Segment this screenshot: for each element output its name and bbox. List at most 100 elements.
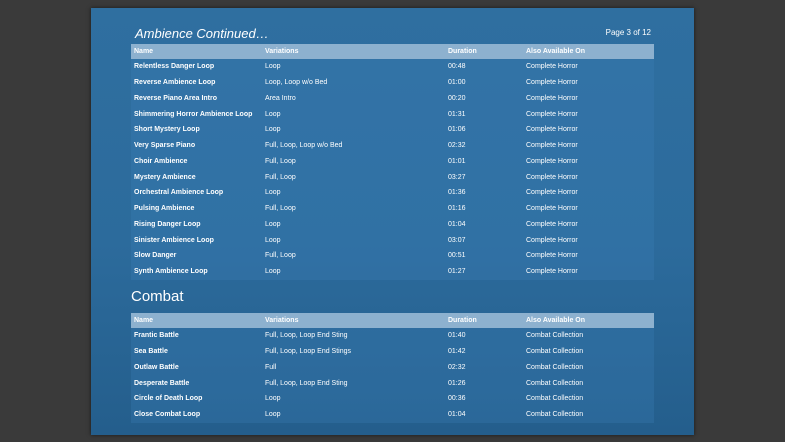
track-name: Circle of Death Loop: [131, 391, 262, 407]
track-variations: Full, Loop: [262, 153, 445, 170]
column-header: Variations: [262, 313, 445, 328]
track-name: Short Mystery Loop: [131, 122, 262, 138]
track-variations: Loop: [262, 185, 445, 201]
track-availability: Complete Horror: [523, 200, 654, 217]
track-variations: Full, Loop: [262, 169, 445, 185]
track-variations: Full, Loop, Loop End Sting: [262, 375, 445, 391]
track-name: Orchestral Ambience Loop: [131, 185, 262, 201]
track-variations: Full, Loop: [262, 248, 445, 264]
table-row: Circle of Death Loop Loop 00:36 Combat Coll…: [131, 391, 654, 407]
track-variations: Full, Loop, Loop End Sting: [262, 328, 445, 344]
track-duration: 01:16: [445, 200, 523, 217]
track-duration: 01:04: [445, 216, 523, 233]
track-duration: 01:36: [445, 185, 523, 201]
track-availability: Complete Horror: [523, 169, 654, 185]
track-availability: Combat Collection: [523, 359, 654, 376]
track-variations: Loop: [262, 59, 445, 75]
column-header: Also Available On: [523, 313, 654, 328]
table-row: Short Mystery Loop Loop 01:06 Complete Horr…: [131, 122, 654, 138]
track-duration: 01:31: [445, 106, 523, 122]
track-variations: Full, Loop: [262, 200, 445, 217]
ambience-section-title: Ambience Continued…: [135, 26, 269, 41]
track-availability: Complete Horror: [523, 122, 654, 138]
table-row: Close Combat Loop Loop 01:04 Combat Collect…: [131, 406, 654, 423]
track-variations: Full, Loop, Loop w/o Bed: [262, 137, 445, 154]
track-availability: Combat Collection: [523, 406, 654, 423]
track-availability: Complete Horror: [523, 153, 654, 170]
track-name: Desperate Battle: [131, 375, 262, 391]
track-availability: Combat Collection: [523, 343, 654, 360]
track-duration: 00:48: [445, 59, 523, 75]
track-name: Reverse Ambience Loop: [131, 74, 262, 91]
track-name: Slow Danger: [131, 248, 262, 264]
track-duration: 02:32: [445, 137, 523, 154]
track-variations: Loop: [262, 232, 445, 248]
track-name: Shimmering Horror Ambience Loop: [131, 106, 262, 122]
table-row: Desperate Battle Full, Loop, Loop End Sti…: [131, 375, 654, 391]
track-name: Choir Ambience: [131, 153, 262, 170]
track-name: Reverse Piano Area Intro: [131, 90, 262, 107]
track-name: Sinister Ambience Loop: [131, 232, 262, 248]
combat-header-row: Name Variations Duration Also Available On: [131, 313, 654, 328]
table-row: Mystery Ambience Full, Loop 03:27 Complete …: [131, 169, 654, 185]
column-header: Duration: [445, 313, 523, 328]
track-variations: Loop: [262, 391, 445, 407]
table-row: Slow Danger Full, Loop 00:51 Complete Horro…: [131, 248, 654, 264]
table-row: Rising Danger Loop Loop 01:04 Complete Horr…: [131, 216, 654, 233]
table-row: Reverse Piano Area Intro Area Intro 00:20 C…: [131, 90, 654, 107]
track-name: Outlaw Battle: [131, 359, 262, 376]
table-row: Synth Ambience Loop Loop 01:27 Complete Hor…: [131, 263, 654, 280]
track-availability: Complete Horror: [523, 263, 654, 280]
track-duration: 01:06: [445, 122, 523, 138]
track-variations: Area Intro: [262, 90, 445, 107]
table-row: Orchestral Ambience Loop Loop 01:36 Complet…: [131, 185, 654, 201]
track-availability: Complete Horror: [523, 248, 654, 264]
track-name: Relentless Danger Loop: [131, 59, 262, 75]
ambience-header-row: Name Variations Duration Also Available On: [131, 44, 654, 59]
table-row: Choir Ambience Full, Loop 01:01 Complete Ho…: [131, 153, 654, 170]
track-duration: 01:01: [445, 153, 523, 170]
column-header: Also Available On: [523, 44, 654, 59]
track-availability: Combat Collection: [523, 391, 654, 407]
track-name: Frantic Battle: [131, 328, 262, 344]
table-row: Very Sparse Piano Full, Loop, Loop w/o Be…: [131, 137, 654, 154]
track-duration: 03:27: [445, 169, 523, 185]
track-name: Synth Ambience Loop: [131, 263, 262, 280]
track-name: Pulsing Ambience: [131, 200, 262, 217]
track-duration: 01:40: [445, 328, 523, 344]
track-duration: 00:20: [445, 90, 523, 107]
track-duration: 01:04: [445, 406, 523, 423]
ambience-table: Name Variations Duration Also Available On …: [131, 44, 654, 280]
track-variations: Full: [262, 359, 445, 376]
table-row: Outlaw Battle Full 02:32 Combat Collection: [131, 359, 654, 376]
table-row: Reverse Ambience Loop Loop, Loop w/o Bed 0…: [131, 74, 654, 91]
combat-section-title: Combat: [131, 288, 184, 305]
track-variations: Loop, Loop w/o Bed: [262, 74, 445, 91]
track-name: Mystery Ambience: [131, 169, 262, 185]
document-page: Ambience Continued… Page 3 of 12 Name Var…: [91, 8, 694, 435]
track-availability: Complete Horror: [523, 185, 654, 201]
track-availability: Complete Horror: [523, 90, 654, 107]
table-row: Sinister Ambience Loop Loop 03:07 Complete …: [131, 232, 654, 248]
track-name: Close Combat Loop: [131, 406, 262, 423]
track-duration: 01:27: [445, 263, 523, 280]
track-availability: Complete Horror: [523, 106, 654, 122]
track-duration: 03:07: [445, 232, 523, 248]
column-header: Name: [131, 44, 262, 59]
combat-table: Name Variations Duration Also Available On …: [131, 313, 654, 423]
track-name: Rising Danger Loop: [131, 216, 262, 233]
track-availability: Complete Horror: [523, 74, 654, 91]
track-availability: Combat Collection: [523, 328, 654, 344]
table-row: Pulsing Ambience Full, Loop 01:16 Complete …: [131, 200, 654, 217]
track-duration: 02:32: [445, 359, 523, 376]
track-availability: Complete Horror: [523, 59, 654, 75]
track-duration: 00:51: [445, 248, 523, 264]
track-duration: 01:26: [445, 375, 523, 391]
track-variations: Loop: [262, 216, 445, 233]
table-row: Sea Battle Full, Loop, Loop End Stings 01:…: [131, 343, 654, 360]
page-number: Page 3 of 12: [605, 28, 651, 37]
table-row: Shimmering Horror Ambience Loop Loop 01:31…: [131, 106, 654, 122]
track-variations: Loop: [262, 122, 445, 138]
track-availability: Complete Horror: [523, 216, 654, 233]
track-name: Sea Battle: [131, 343, 262, 360]
